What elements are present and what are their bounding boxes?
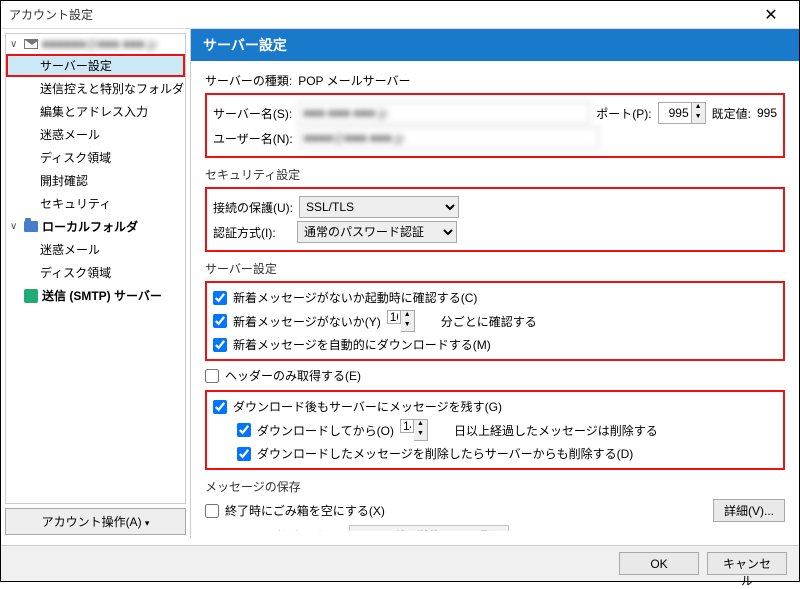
delete-sync-label: ダウンロードしたメッセージを削除したらサーバーからも削除する(D) [257, 445, 633, 462]
spin-down-icon[interactable]: ▼ [414, 430, 427, 440]
storage-format-select: フォルダー単位 (mbox 形式) [349, 525, 509, 531]
sidebar-item-copies[interactable]: 送信控えと特別なフォルダー [6, 77, 185, 100]
close-button[interactable]: ✕ [751, 1, 791, 29]
username-label: ユーザー名(N): [213, 130, 293, 147]
server-type-value: POP メールサーバー [298, 72, 410, 89]
empty-trash-label: 終了時にごみ箱を空にする(X) [225, 502, 385, 519]
smtp-label: 送信 (SMTP) サーバー [42, 287, 162, 304]
check-settings-group: 新着メッセージがないか起動時に確認する(C) 新着メッセージがないか(Y) ▲▼… [205, 281, 785, 361]
connection-security-select[interactable]: SSL/TLS [299, 196, 459, 218]
auto-download-label: 新着メッセージを自動的にダウンロードする(M) [233, 336, 491, 353]
delete-after-pre: ダウンロードしてから(O) [257, 422, 394, 439]
dialog-footer: OK キャンセル [1, 545, 799, 581]
sidebar-item-composition[interactable]: 編集とアドレス入力 [6, 100, 185, 123]
port-label: ポート(P): [596, 105, 651, 122]
local-folders-label: ローカルフォルダ [42, 218, 138, 235]
leave-on-server[interactable]: ダウンロード後もサーバーにメッセージを残す(G) [213, 396, 777, 417]
account-name: ■■■■■■@■■■.■■■.jp [42, 37, 157, 51]
tree-smtp[interactable]: 送信 (SMTP) サーバー [6, 284, 185, 307]
sidebar-item-security[interactable]: セキュリティ [6, 192, 185, 215]
server-type-label: サーバーの種類: [205, 72, 292, 89]
check-startup-label: 新着メッセージがないか起動時に確認する(C) [233, 289, 477, 306]
tree-account-root[interactable]: ■■■■■■@■■■.■■■.jp [6, 34, 185, 54]
port-input[interactable] [658, 102, 692, 124]
account-operations-button[interactable]: アカウント操作(A) ▾ [5, 508, 186, 535]
security-section-title: セキュリティ設定 [205, 166, 785, 183]
leave-on-server-label: ダウンロード後もサーバーにメッセージを残す(G) [233, 398, 502, 415]
default-port-value: 995 [757, 106, 777, 120]
check-interval[interactable]: 新着メッセージがないか(Y) ▲▼ 分ごとに確認する [213, 308, 777, 334]
page-header: サーバー設定 [191, 29, 799, 61]
security-group: 接続の保護(U): SSL/TLS 認証方式(I): 通常のパスワード認証 [205, 187, 785, 252]
advanced-button[interactable]: 詳細(V)... [713, 499, 785, 522]
days-input[interactable] [400, 419, 414, 433]
check-interval-post: 分ごとに確認する [441, 313, 537, 330]
window-title: アカウント設定 [9, 6, 751, 23]
auth-method-select[interactable]: 通常のパスワード認証 [297, 221, 457, 243]
server-settings-title: サーバー設定 [205, 260, 785, 277]
account-sidebar: ■■■■■■@■■■.■■■.jp サーバー設定 送信控えと特別なフォルダー 編… [1, 29, 191, 539]
spin-up-icon[interactable]: ▲ [414, 420, 427, 430]
cancel-button[interactable]: キャンセル [707, 552, 787, 575]
sidebar-item-server-settings[interactable]: サーバー設定 [6, 54, 185, 77]
check-interval-pre: 新着メッセージがないか(Y) [233, 313, 381, 330]
spin-up-icon[interactable]: ▲ [692, 103, 705, 113]
header-only[interactable]: ヘッダーのみ取得する(E) [205, 365, 785, 386]
delete-sync[interactable]: ダウンロードしたメッセージを削除したらサーバーからも削除する(D) [213, 443, 777, 464]
mail-icon [24, 39, 38, 49]
sidebar-item-junk[interactable]: 迷惑メール [6, 123, 185, 146]
days-spinner[interactable]: ▲▼ [400, 419, 448, 441]
empty-trash-on-exit[interactable]: 終了時にごみ箱を空にする(X) [205, 500, 385, 521]
spin-down-icon[interactable]: ▼ [401, 321, 414, 331]
interval-input[interactable] [387, 310, 401, 324]
header-only-label: ヘッダーのみ取得する(E) [225, 367, 361, 384]
sidebar-item-local-disk[interactable]: ディスク領域 [6, 261, 185, 284]
chevron-down-icon: ▾ [145, 518, 150, 528]
spin-down-icon[interactable]: ▼ [692, 113, 705, 123]
sidebar-item-disk[interactable]: ディスク領域 [6, 146, 185, 169]
auto-download[interactable]: 新着メッセージを自動的にダウンロードする(M) [213, 334, 777, 355]
delete-after-days[interactable]: ダウンロードしてから(O) ▲▼ 日以上経過したメッセージは削除する [213, 417, 777, 443]
sidebar-item-local-junk[interactable]: 迷惑メール [6, 238, 185, 261]
account-ops-label: アカウント操作(A) [42, 515, 142, 529]
interval-spinner[interactable]: ▲▼ [387, 310, 435, 332]
delete-after-post: 日以上経過したメッセージは削除する [454, 422, 658, 439]
tree-local-folders[interactable]: ローカルフォルダ [6, 215, 185, 238]
send-icon [24, 289, 38, 303]
connection-security-label: 接続の保護(U): [213, 199, 293, 216]
auth-method-label: 認証方式(I): [213, 224, 291, 241]
spin-up-icon[interactable]: ▲ [401, 311, 414, 321]
folder-icon [24, 221, 38, 232]
sidebar-item-receipts[interactable]: 開封確認 [6, 169, 185, 192]
port-spinner[interactable]: ▲▼ [658, 102, 706, 124]
ok-button[interactable]: OK [619, 552, 699, 575]
default-port-label: 既定値: [712, 105, 751, 122]
leave-on-server-group: ダウンロード後もサーバーにメッセージを残す(G) ダウンロードしてから(O) ▲… [205, 390, 785, 470]
server-name-label: サーバー名(S): [213, 105, 292, 122]
storage-format-label: メッセージの格納形式(T): [205, 528, 343, 532]
server-name-input[interactable] [298, 102, 590, 124]
check-on-startup[interactable]: 新着メッセージがないか起動時に確認する(C) [213, 287, 777, 308]
server-fields-group: サーバー名(S): ポート(P): ▲▼ 既定値: 995 ユーザー名(N): [205, 93, 785, 158]
username-input[interactable] [299, 127, 599, 149]
storage-title: メッセージの保存 [205, 478, 785, 495]
